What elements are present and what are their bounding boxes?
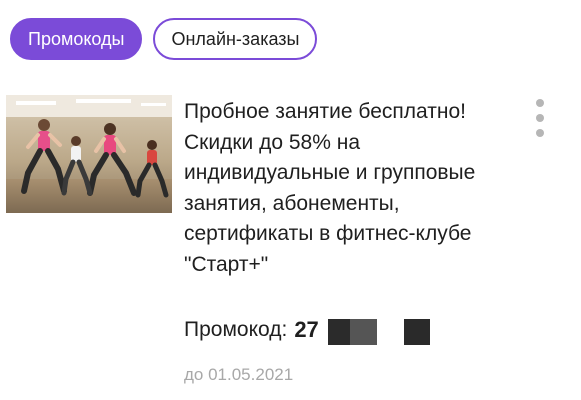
expiry-date: до 01.05.2021 <box>184 365 294 384</box>
promo-card[interactable]: Пробное занятие бесплатно! Скидки до 58%… <box>6 93 576 393</box>
fitness-class-image <box>6 95 172 213</box>
tab-promocodes[interactable]: Промокоды <box>10 18 143 60</box>
redaction-mark <box>404 319 430 345</box>
more-vertical-icon[interactable] <box>532 99 548 137</box>
tab-online-orders[interactable]: Онлайн-заказы <box>153 18 318 60</box>
kebab-dot <box>536 114 544 122</box>
promo-code-label: Промокод: <box>184 318 288 341</box>
promo-code-value[interactable]: 27 <box>294 317 318 343</box>
offer-description: Пробное занятие бесплатно! Скидки до 58%… <box>184 100 476 276</box>
promo-code-row: Промокод: 27 <box>184 315 319 345</box>
fitness-class-illustration <box>6 95 172 213</box>
kebab-dot <box>536 99 544 107</box>
tab-bar: Промокоды Онлайн-заказы <box>10 18 318 60</box>
redaction-mark <box>350 319 377 345</box>
redaction-mark <box>328 319 350 345</box>
kebab-dot <box>536 129 544 137</box>
